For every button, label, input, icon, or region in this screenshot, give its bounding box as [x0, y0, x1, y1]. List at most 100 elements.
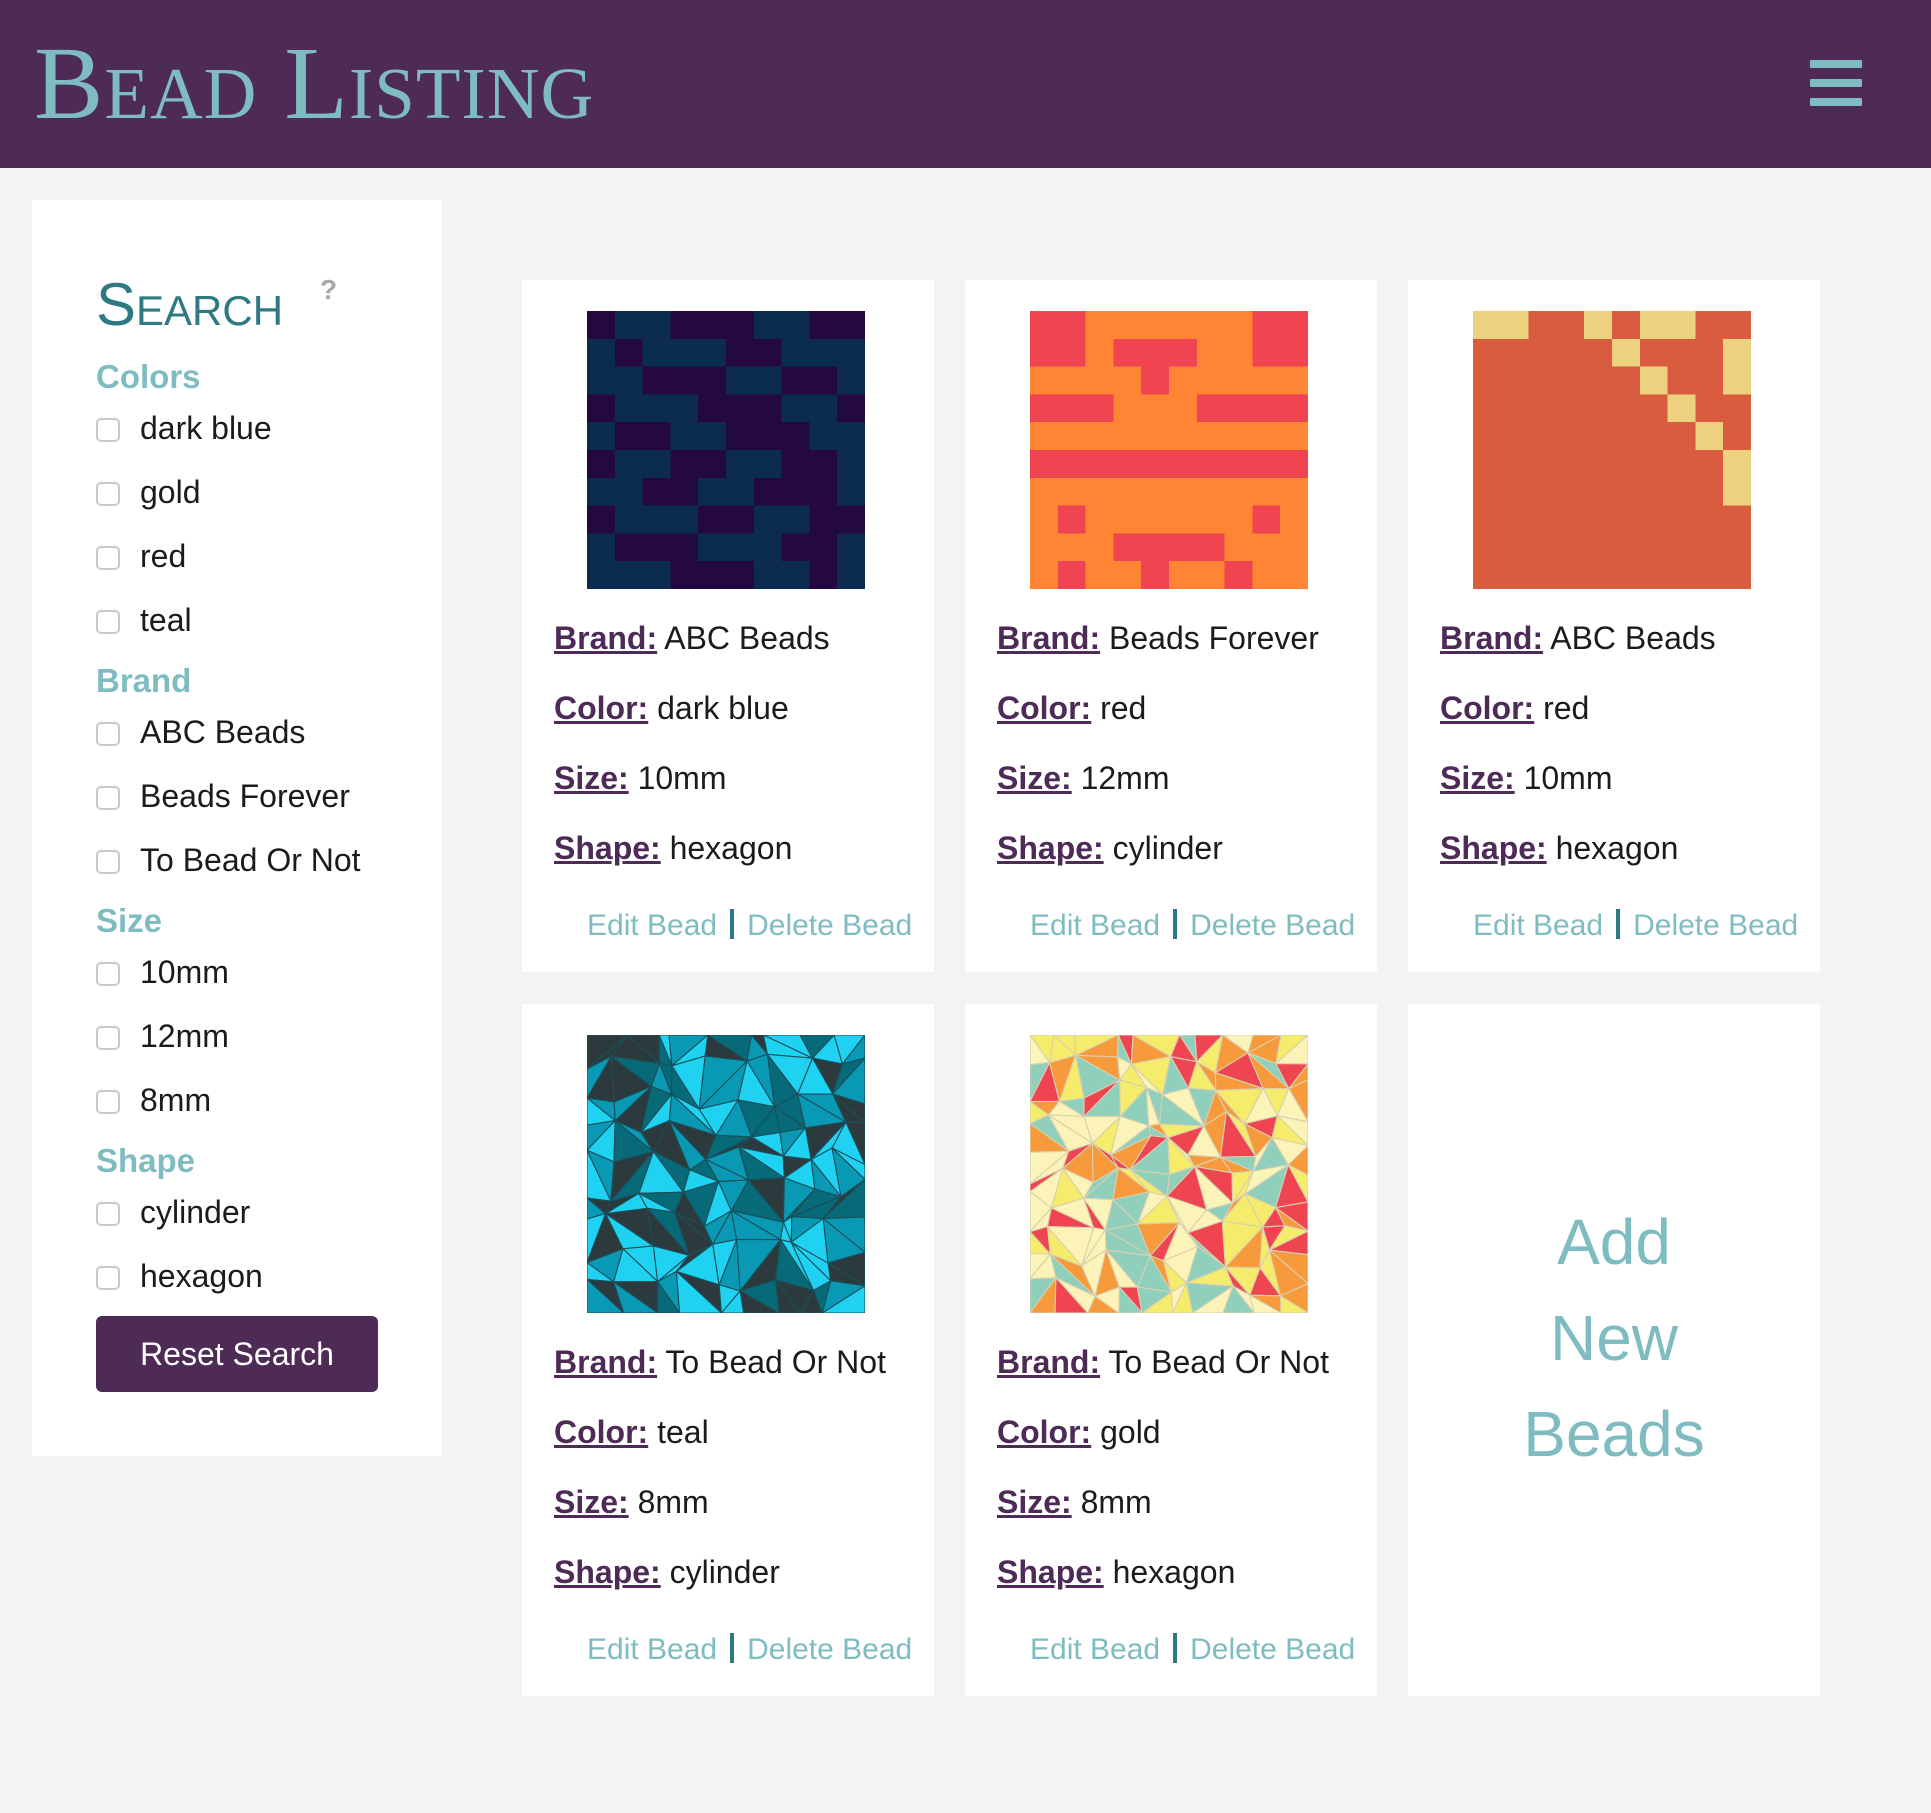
size-value: 8mm: [637, 1484, 709, 1520]
bead-color: Color: red: [997, 688, 1146, 728]
bead-card: Brand: To Bead Or Not Color: gold Size: …: [965, 1004, 1377, 1696]
filter-option-label: gold: [140, 474, 201, 510]
bead-shape: Shape: hexagon: [1440, 828, 1678, 868]
reset-search-button[interactable]: Reset Search: [96, 1316, 378, 1392]
filter-group-shape: Shape: [96, 1142, 196, 1179]
app-title: Bead Listing: [34, 26, 595, 141]
size-label[interactable]: Size:: [997, 760, 1072, 796]
hamburger-menu-icon[interactable]: [1810, 60, 1862, 106]
checkbox[interactable]: [96, 850, 120, 874]
bead-size: Size: 12mm: [997, 758, 1169, 798]
add-line-1: Add: [1557, 1206, 1671, 1278]
help-icon[interactable]: ?: [320, 274, 337, 306]
brand-value: Beads Forever: [1109, 620, 1319, 656]
shape-label[interactable]: Shape:: [1440, 830, 1547, 866]
size-label[interactable]: Size:: [554, 760, 629, 796]
size-value: 12mm: [1080, 760, 1170, 796]
size-value: 10mm: [637, 760, 727, 796]
brand-value: ABC Beads: [664, 620, 830, 656]
color-label[interactable]: Color:: [997, 1414, 1091, 1450]
bead-size: Size: 10mm: [1440, 758, 1612, 798]
bead-brand: Brand: ABC Beads: [1440, 618, 1716, 658]
bead-brand: Brand: To Bead Or Not: [997, 1342, 1329, 1382]
checkbox[interactable]: [96, 610, 120, 634]
size-label[interactable]: Size:: [1440, 760, 1515, 796]
bead-shape: Shape: hexagon: [997, 1552, 1235, 1592]
delete-bead-link[interactable]: Delete Bead: [747, 1633, 912, 1666]
edit-bead-link[interactable]: Edit Bead: [587, 1633, 717, 1666]
brand-label[interactable]: Brand:: [997, 620, 1100, 656]
add-new-beads-button[interactable]: Add New Beads: [1408, 1004, 1820, 1696]
brand-label[interactable]: Brand:: [1440, 620, 1543, 656]
bead-actions: Edit Bead Delete Bead: [1473, 906, 1798, 946]
bead-actions: Edit Bead Delete Bead: [587, 1630, 912, 1670]
bead-color: Color: gold: [997, 1412, 1161, 1452]
checkbox[interactable]: [96, 722, 120, 746]
color-label[interactable]: Color:: [1440, 690, 1534, 726]
bead-card: Brand: Beads Forever Color: red Size: 12…: [965, 280, 1377, 972]
checkbox[interactable]: [96, 1202, 120, 1226]
filter-option-label: Beads Forever: [140, 778, 350, 814]
edit-bead-link[interactable]: Edit Bead: [1030, 909, 1160, 942]
checkbox[interactable]: [96, 962, 120, 986]
size-label[interactable]: Size:: [554, 1484, 629, 1520]
checkbox[interactable]: [96, 786, 120, 810]
divider: [1173, 909, 1178, 939]
shape-value: cylinder: [1112, 830, 1223, 866]
checkbox[interactable]: [96, 1266, 120, 1290]
edit-bead-link[interactable]: Edit Bead: [587, 909, 717, 942]
bead-actions: Edit Bead Delete Bead: [1030, 1630, 1355, 1670]
checkbox[interactable]: [96, 546, 120, 570]
brand-value: To Bead Or Not: [1108, 1344, 1329, 1380]
delete-bead-link[interactable]: Delete Bead: [1633, 909, 1798, 942]
divider: [730, 909, 735, 939]
bead-image: [1030, 311, 1308, 589]
checkbox[interactable]: [96, 418, 120, 442]
bead-image: [1473, 311, 1751, 589]
edit-bead-link[interactable]: Edit Bead: [1473, 909, 1603, 942]
color-label[interactable]: Color:: [554, 690, 648, 726]
filter-option-label: 12mm: [140, 1018, 229, 1054]
bead-size: Size: 8mm: [554, 1482, 709, 1522]
brand-label[interactable]: Brand:: [997, 1344, 1100, 1380]
bead-color: Color: red: [1440, 688, 1589, 728]
color-value: gold: [1100, 1414, 1161, 1450]
filter-group-colors: Colors: [96, 358, 201, 395]
size-value: 8mm: [1080, 1484, 1152, 1520]
add-line-3: Beads: [1523, 1398, 1705, 1470]
checkbox[interactable]: [96, 1026, 120, 1050]
brand-label[interactable]: Brand:: [554, 1344, 657, 1380]
shape-label[interactable]: Shape:: [554, 1554, 661, 1590]
shape-label[interactable]: Shape:: [554, 830, 661, 866]
delete-bead-link[interactable]: Delete Bead: [1190, 1633, 1355, 1666]
shape-value: cylinder: [669, 1554, 780, 1590]
checkbox[interactable]: [96, 1090, 120, 1114]
filter-option-label: hexagon: [140, 1258, 263, 1294]
edit-bead-link[interactable]: Edit Bead: [1030, 1633, 1160, 1666]
divider: [730, 1633, 735, 1663]
brand-label[interactable]: Brand:: [554, 620, 657, 656]
shape-value: hexagon: [1112, 1554, 1236, 1590]
divider: [1616, 909, 1621, 939]
size-label[interactable]: Size:: [997, 1484, 1072, 1520]
bead-image: [587, 1035, 865, 1313]
filter-option-label: teal: [140, 602, 192, 638]
filter-option-label: 8mm: [140, 1082, 212, 1118]
bead-shape: Shape: cylinder: [997, 828, 1223, 868]
filter-group-size: Size: [96, 902, 163, 939]
size-value: 10mm: [1523, 760, 1613, 796]
delete-bead-link[interactable]: Delete Bead: [747, 909, 912, 942]
color-label[interactable]: Color:: [997, 690, 1091, 726]
color-value: red: [1100, 690, 1147, 726]
delete-bead-link[interactable]: Delete Bead: [1190, 909, 1355, 942]
shape-label[interactable]: Shape:: [997, 830, 1104, 866]
bead-size: Size: 10mm: [554, 758, 726, 798]
bead-brand: Brand: ABC Beads: [554, 618, 830, 658]
bead-card: Brand: ABC Beads Color: red Size: 10mm S…: [1408, 280, 1820, 972]
color-label[interactable]: Color:: [554, 1414, 648, 1450]
shape-label[interactable]: Shape:: [997, 1554, 1104, 1590]
bead-shape: Shape: cylinder: [554, 1552, 780, 1592]
shape-value: hexagon: [669, 830, 793, 866]
filter-option-label: 10mm: [140, 954, 229, 990]
checkbox[interactable]: [96, 482, 120, 506]
